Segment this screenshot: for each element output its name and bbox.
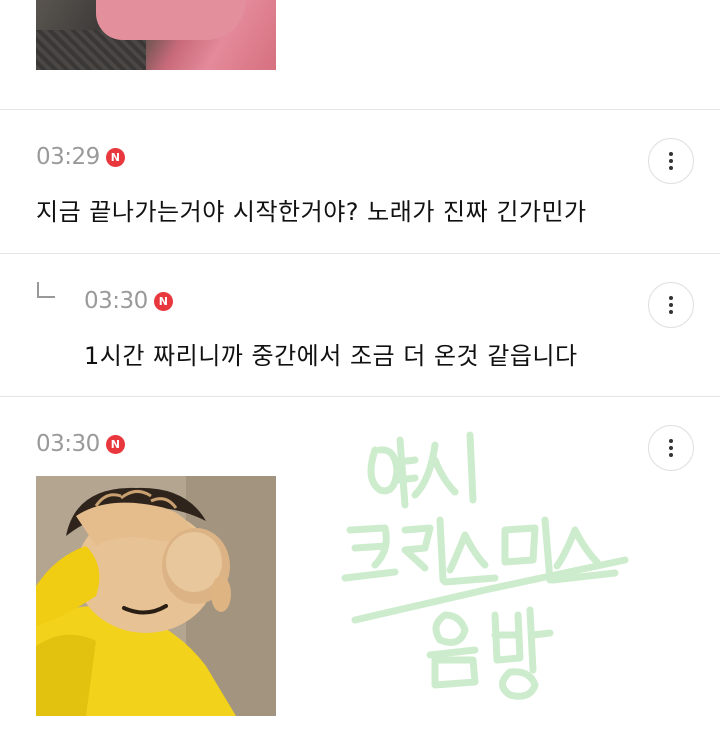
more-options-button[interactable] — [648, 425, 694, 471]
image-pink-area — [96, 0, 246, 40]
more-vertical-icon — [669, 296, 673, 314]
new-badge-icon: N — [105, 147, 125, 167]
reply-item: 03:30 N 1시간 짜리니까 중간에서 조금 더 온것 같읍니다 — [0, 254, 720, 396]
comment-time: 03:29 — [36, 144, 100, 170]
new-badge-icon: N — [153, 291, 173, 311]
facepalm-cartoon-image — [36, 476, 276, 716]
comment-text: 지금 끝나가는거야 시작한거야? 노래가 진짜 긴가민가 — [36, 198, 587, 226]
comment-meta: 03:30 N — [36, 431, 125, 457]
comment-item: 03:29 N 지금 끝나가는거야 시작한거야? 노래가 진짜 긴가민가 — [0, 110, 720, 253]
comment-time: 03:30 — [84, 288, 148, 314]
comment-text: 1시간 짜리니까 중간에서 조금 더 온것 같읍니다 — [84, 342, 578, 370]
more-options-button[interactable] — [648, 282, 694, 328]
comment-image[interactable] — [36, 476, 276, 716]
reply-corner-icon — [37, 282, 55, 298]
more-vertical-icon — [669, 152, 673, 170]
comment-meta: 03:29 N — [36, 144, 125, 170]
new-badge-icon: N — [105, 434, 125, 454]
comment-time: 03:30 — [36, 431, 100, 457]
comment-image-previous[interactable] — [36, 0, 276, 70]
more-options-button[interactable] — [648, 138, 694, 184]
comment-meta: 03:30 N — [84, 288, 173, 314]
more-vertical-icon — [669, 439, 673, 457]
